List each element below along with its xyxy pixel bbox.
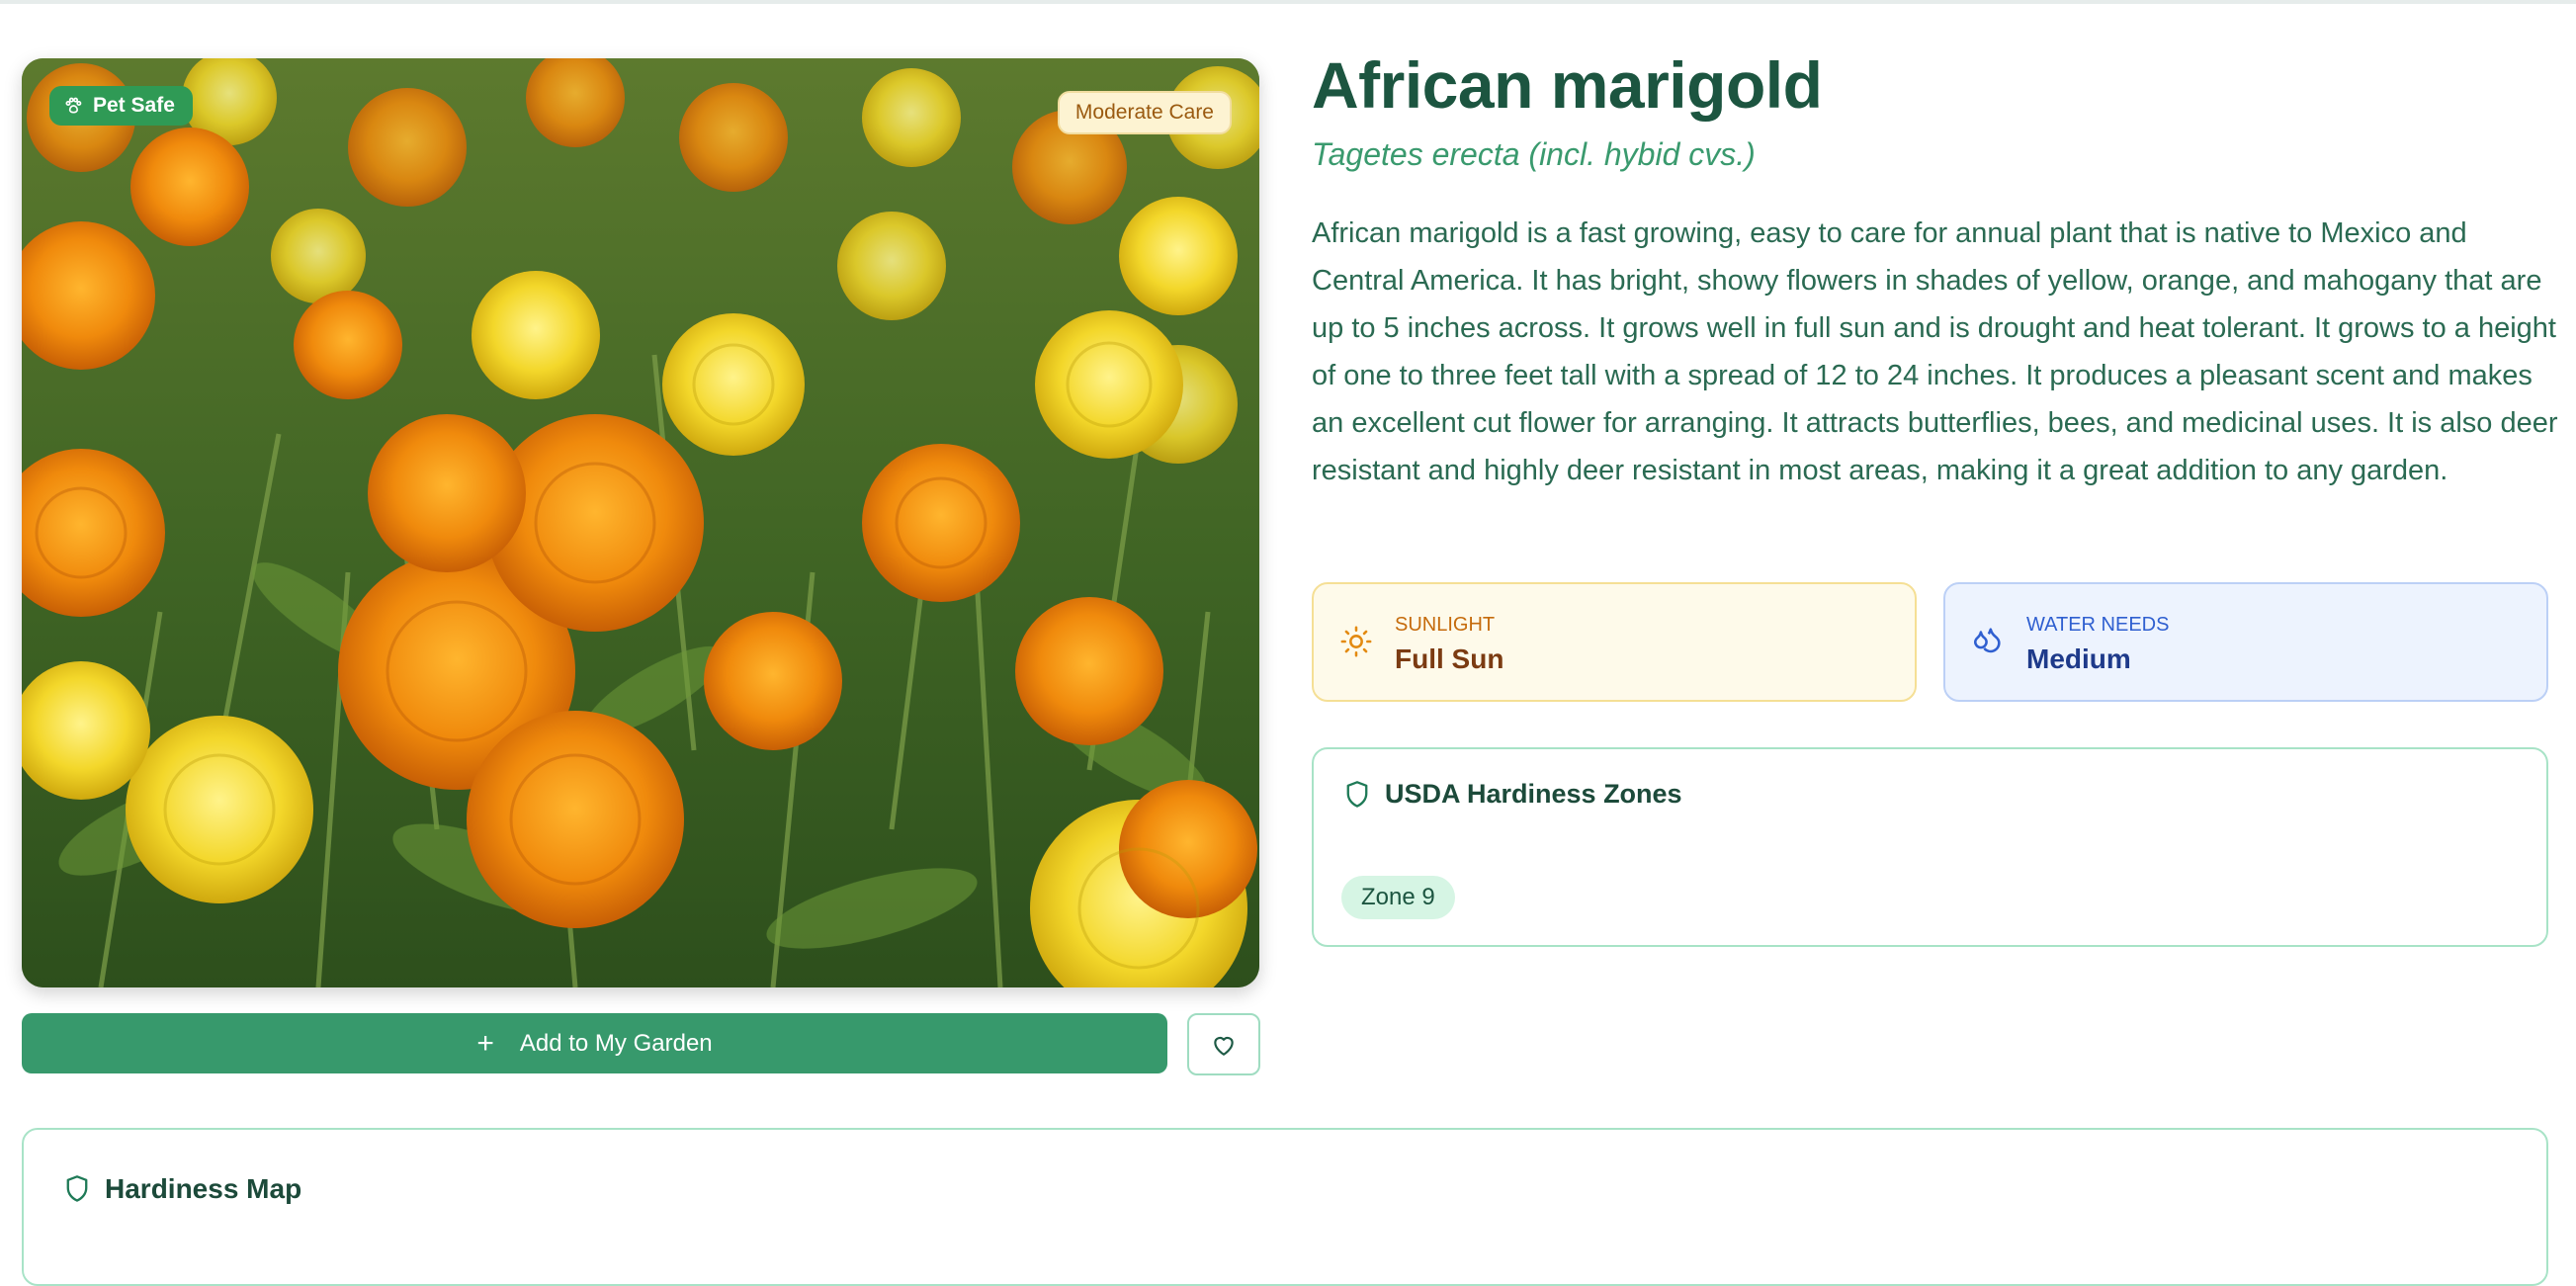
water-needs-card: WATER NEEDS Medium	[1943, 582, 2548, 702]
plus-icon: +	[476, 1026, 494, 1060]
plant-description: African marigold is a fast growing, easy…	[1312, 217, 2558, 486]
pet-safe-label: Pet Safe	[93, 94, 175, 117]
add-to-garden-button[interactable]: + Add to My Garden	[22, 1013, 1167, 1073]
droplets-icon	[1973, 628, 2001, 653]
hardiness-map-header: Hardiness Map	[63, 1173, 301, 1205]
plant-title: African marigold	[1312, 48, 1823, 122]
scientific-name: Tagetes erecta (incl. hybid cvs.)	[1312, 136, 1756, 172]
shield-icon	[66, 1175, 88, 1202]
sunlight-card: SUNLIGHT Full Sun	[1312, 582, 1917, 702]
shield-icon	[1346, 780, 1368, 808]
care-level-badge: Moderate Care	[1057, 91, 1232, 134]
hardiness-zones-card: USDA Hardiness Zones Zone 9	[1312, 747, 2548, 947]
sunlight-value: Full Sun	[1395, 643, 1504, 674]
sun-icon	[1340, 626, 1372, 657]
pet-safe-badge: Pet Safe	[49, 86, 193, 126]
care-level-label: Moderate Care	[1074, 101, 1214, 124]
water-needs-label: WATER NEEDS	[2026, 614, 2170, 636]
hardiness-map-card: Hardiness Map	[22, 1128, 2548, 1286]
zone-chip-label: Zone 9	[1361, 884, 1435, 910]
water-needs-value: Medium	[2026, 643, 2131, 674]
favorite-button[interactable]	[1187, 1013, 1260, 1075]
add-to-garden-label: Add to My Garden	[519, 1029, 713, 1057]
heart-icon	[1214, 1036, 1234, 1056]
hardiness-zones-header: USDA Hardiness Zones	[1343, 779, 1682, 810]
hardiness-zones-title: USDA Hardiness Zones	[1385, 779, 1682, 809]
top-divider	[0, 0, 2576, 4]
marigold-image	[22, 58, 1259, 987]
zone-chip: Zone 9	[1341, 876, 1455, 919]
paw-icon	[65, 97, 82, 114]
sunlight-label: SUNLIGHT	[1395, 614, 1496, 636]
hardiness-map-title: Hardiness Map	[105, 1173, 302, 1204]
plant-photo: Pet Safe Moderate Care	[22, 58, 1259, 987]
